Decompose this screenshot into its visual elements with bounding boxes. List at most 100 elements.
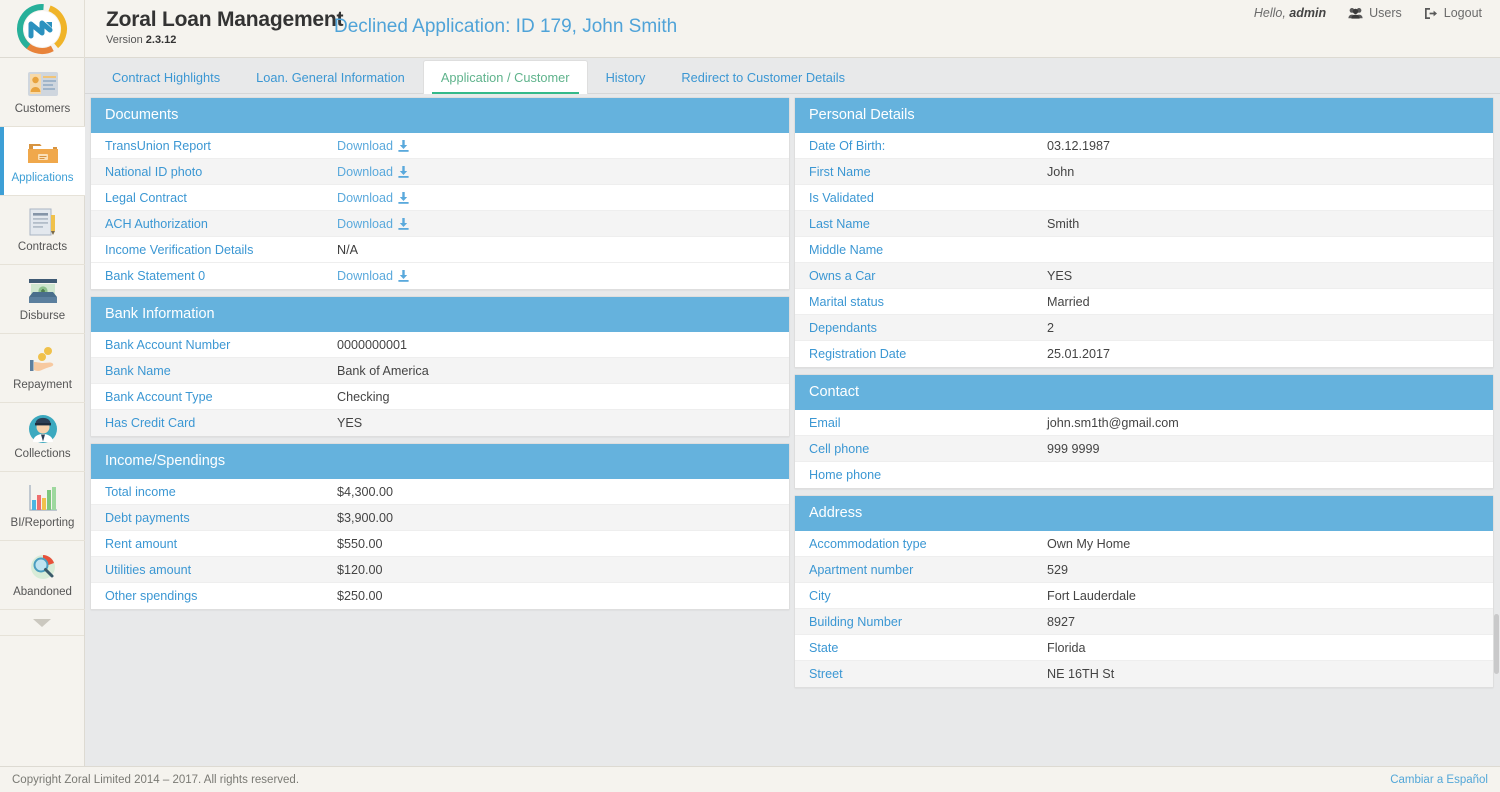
table-row: Accommodation type Own My Home <box>795 531 1493 557</box>
table-row: Owns a Car YES <box>795 263 1493 289</box>
app-logo[interactable] <box>0 0 85 58</box>
table-row: ACH Authorization Download <box>91 211 789 237</box>
left-column: Documents TransUnion Report Download Nat… <box>90 97 790 616</box>
download-link[interactable]: Download <box>337 139 409 153</box>
row-label: Has Credit Card <box>105 416 337 430</box>
download-link[interactable]: Download <box>337 217 409 231</box>
sidebar-item-label: Repayment <box>13 378 72 392</box>
table-row: TransUnion Report Download <box>91 133 789 159</box>
row-value: 999 9999 <box>1047 442 1493 456</box>
table-row: Dependants 2 <box>795 315 1493 341</box>
row-value: 2 <box>1047 321 1493 335</box>
sidebar-item-repayment[interactable]: Repayment <box>0 334 85 403</box>
download-link[interactable]: Download <box>337 269 409 283</box>
row-label: Bank Account Number <box>105 338 337 352</box>
greeting: Hello, admin <box>1254 6 1326 20</box>
brand-block: Zoral Loan Management Version 2.3.12 <box>106 8 343 47</box>
download-link-label: Download <box>337 139 393 153</box>
table-row: Street NE 16TH St <box>795 661 1493 687</box>
top-right-controls: Hello, admin Users <box>1254 6 1482 20</box>
row-value: 8927 <box>1047 615 1493 629</box>
table-row: Debt payments $3,900.00 <box>91 505 789 531</box>
sidebar-item-disburse[interactable]: Disburse <box>0 265 85 334</box>
download-link[interactable]: Download <box>337 165 409 179</box>
row-label: Is Validated <box>809 191 1047 205</box>
row-value: Florida <box>1047 641 1493 655</box>
sidebar-item-label: Applications <box>11 171 73 185</box>
tab-contract-highlights[interactable]: Contract Highlights <box>94 60 238 94</box>
footer-bar: Copyright Zoral Limited 2014 – 2017. All… <box>0 766 1500 792</box>
row-label: Email <box>809 416 1047 430</box>
row-value: John <box>1047 165 1493 179</box>
version-number: 2.3.12 <box>146 34 177 46</box>
table-row: Is Validated <box>795 185 1493 211</box>
sidebar-item-applications[interactable]: Applications <box>0 127 85 196</box>
row-label: Total income <box>105 485 337 499</box>
magnifier-pie-icon <box>26 551 60 583</box>
sidebar-more-toggle[interactable] <box>0 610 84 636</box>
contact-panel-title: Contact <box>795 375 1493 410</box>
download-icon <box>398 218 409 230</box>
sidebar-item-label: Contracts <box>18 240 67 254</box>
bank-information-panel: Bank Information Bank Account Number 000… <box>90 296 790 437</box>
sidebar-item-contracts[interactable]: Contracts <box>0 196 85 265</box>
row-value: Checking <box>337 390 789 404</box>
sidebar-item-label: Customers <box>15 102 71 116</box>
sidebar-item-customers[interactable]: Customers <box>0 58 85 127</box>
tab-loan-general-information[interactable]: Loan. General Information <box>238 60 423 94</box>
sidebar-item-bi-reporting[interactable]: BI/Reporting <box>0 472 85 541</box>
logout-link[interactable]: Logout <box>1424 6 1482 20</box>
table-row: Income Verification Details N/A <box>91 237 789 263</box>
row-label: First Name <box>809 165 1047 179</box>
row-label: Utilities amount <box>105 563 337 577</box>
table-row: Legal Contract Download <box>91 185 789 211</box>
table-row: National ID photo Download <box>91 159 789 185</box>
row-label: Bank Statement 0 <box>105 269 337 283</box>
download-link[interactable]: Download <box>337 191 409 205</box>
row-label: ACH Authorization <box>105 217 337 231</box>
table-row: Middle Name <box>795 237 1493 263</box>
table-row: Bank Account Number 0000000001 <box>91 332 789 358</box>
document-pen-icon <box>26 206 60 238</box>
cash-drawer-icon <box>26 275 60 307</box>
row-value: Download <box>337 217 789 231</box>
table-row: Date Of Birth: 03.12.1987 <box>795 133 1493 159</box>
hand-coins-icon <box>26 344 60 376</box>
personal-details-panel-title: Personal Details <box>795 98 1493 133</box>
tab-application-customer[interactable]: Application / Customer <box>423 60 588 94</box>
row-label: Cell phone <box>809 442 1047 456</box>
users-link[interactable]: Users <box>1348 6 1402 20</box>
users-link-label: Users <box>1369 6 1402 20</box>
zoral-circle-logo-icon <box>16 3 68 55</box>
row-label: Accommodation type <box>809 537 1047 551</box>
row-label: Rent amount <box>105 537 337 551</box>
vertical-scrollbar[interactable] <box>1494 614 1499 674</box>
app-version: Version 2.3.12 <box>106 33 343 47</box>
row-value: Download <box>337 139 789 153</box>
sidebar-item-label: Abandoned <box>13 585 72 599</box>
tab-bar: Contract Highlights Loan. General Inform… <box>85 58 1500 94</box>
row-value: $3,900.00 <box>337 511 789 525</box>
tab-redirect-to-customer-details[interactable]: Redirect to Customer Details <box>663 60 863 94</box>
row-label: Last Name <box>809 217 1047 231</box>
tab-history[interactable]: History <box>588 60 664 94</box>
row-label: Dependants <box>809 321 1047 335</box>
table-row: First Name John <box>795 159 1493 185</box>
row-label: Marital status <box>809 295 1047 309</box>
table-row: Cell phone 999 9999 <box>795 436 1493 462</box>
language-switch-link[interactable]: Cambiar a Español <box>1390 774 1488 786</box>
app-root: Zoral Loan Management Version 2.3.12 Dec… <box>0 0 1500 792</box>
row-label: Home phone <box>809 468 1047 482</box>
row-value: Married <box>1047 295 1493 309</box>
row-label: National ID photo <box>105 165 337 179</box>
table-row: Bank Statement 0 Download <box>91 263 789 289</box>
table-row: Last Name Smith <box>795 211 1493 237</box>
row-label: TransUnion Report <box>105 139 337 153</box>
sidebar-item-label: Disburse <box>20 309 65 323</box>
row-value: YES <box>1047 269 1493 283</box>
row-label: Bank Name <box>105 364 337 378</box>
row-label: Legal Contract <box>105 191 337 205</box>
sidebar-item-abandoned[interactable]: Abandoned <box>0 541 85 610</box>
sidebar-item-collections[interactable]: Collections <box>0 403 85 472</box>
table-row: Apartment number 529 <box>795 557 1493 583</box>
